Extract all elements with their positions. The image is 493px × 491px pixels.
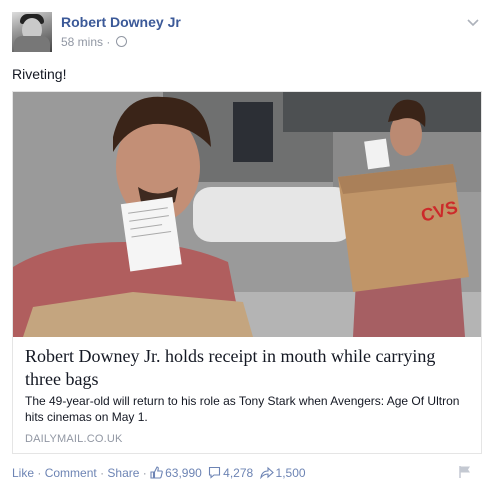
comment-icon[interactable] xyxy=(208,466,221,479)
likes-count[interactable]: 63,990 xyxy=(165,466,202,480)
timestamp[interactable]: 58 mins xyxy=(61,35,103,49)
thumbs-up-icon[interactable] xyxy=(150,466,163,479)
post-header: Robert Downey Jr 58 mins · xyxy=(12,12,482,52)
link-preview-text: Robert Downey Jr. holds receipt in mouth… xyxy=(13,337,481,453)
avatar[interactable] xyxy=(12,12,52,52)
post-action-bar: Like · Comment · Share · 63,990 4,278 1,… xyxy=(12,466,306,480)
chevron-down-icon[interactable] xyxy=(466,16,480,30)
link-preview-image[interactable]: CVS xyxy=(13,92,481,337)
meta-separator: · xyxy=(106,35,111,49)
comment-button[interactable]: Comment xyxy=(45,466,97,480)
link-source: DAILYMAIL.CO.UK xyxy=(25,433,123,445)
link-headline[interactable]: Robert Downey Jr. holds receipt in mouth… xyxy=(25,345,471,391)
action-separator: · xyxy=(142,466,147,480)
share-icon[interactable] xyxy=(259,466,274,479)
post-meta: 58 mins · xyxy=(61,35,127,49)
post-message: Riveting! xyxy=(12,66,67,82)
globe-icon[interactable] xyxy=(115,36,127,47)
flag-icon[interactable] xyxy=(458,465,472,479)
like-button[interactable]: Like xyxy=(12,466,34,480)
author-name[interactable]: Robert Downey Jr xyxy=(61,14,181,30)
link-summary: The 49-year-old will return to his role … xyxy=(25,394,460,424)
shares-count[interactable]: 1,500 xyxy=(276,466,306,480)
comments-count[interactable]: 4,278 xyxy=(223,466,253,480)
action-separator: · xyxy=(37,466,42,480)
action-separator: · xyxy=(100,466,105,480)
link-preview-card[interactable]: CVS Robert Downey Jr. holds receipt in m… xyxy=(12,91,482,454)
share-button[interactable]: Share xyxy=(107,466,139,480)
